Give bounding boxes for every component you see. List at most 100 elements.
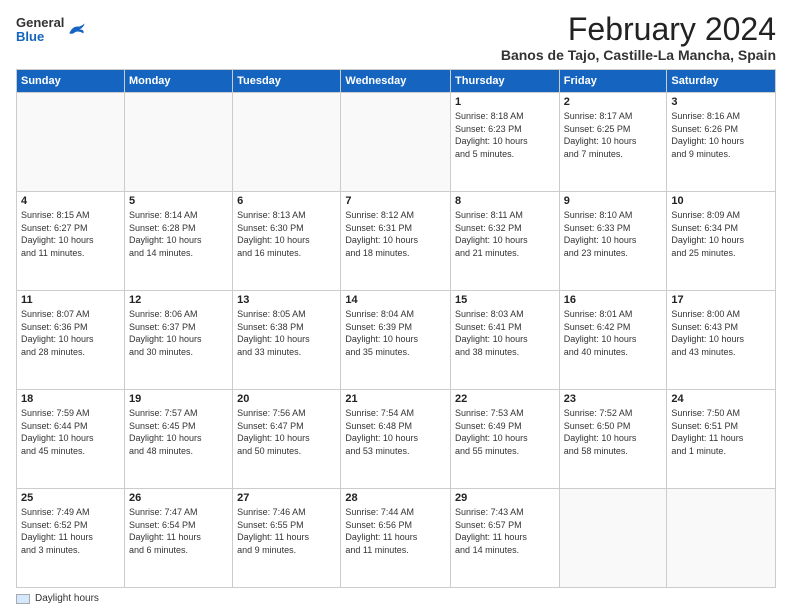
day-info: Sunrise: 7:59 AMSunset: 6:44 PMDaylight:… [21, 407, 120, 457]
day-number: 17 [671, 294, 771, 306]
table-row [17, 93, 125, 192]
bird-icon [66, 20, 86, 40]
day-number: 4 [21, 195, 120, 207]
table-row: 5Sunrise: 8:14 AMSunset: 6:28 PMDaylight… [124, 192, 232, 291]
table-row: 15 Sunrise: 8:03 AMSunset: 6:41 PMDayligh… [451, 291, 560, 390]
table-row: 24 Sunrise: 7:50 AMSunset: 6:51 PMDayligh… [667, 390, 776, 489]
day-info: Sunrise: 8:10 AMSunset: 6:33 PMDaylight:… [564, 209, 663, 259]
calendar-week-row-4: 25 Sunrise: 7:49 AMSunset: 6:52 PMDayligh… [17, 489, 776, 588]
day-info: Sunrise: 8:01 AMSunset: 6:42 PMDaylight:… [564, 308, 663, 358]
day-info: Sunrise: 7:43 AMSunset: 6:57 PMDaylight:… [455, 506, 555, 556]
table-row: 20 Sunrise: 7:56 AMSunset: 6:47 PMDayligh… [233, 390, 341, 489]
day-number: 21 [345, 393, 446, 405]
table-row: 3Sunrise: 8:16 AMSunset: 6:26 PMDaylight… [667, 93, 776, 192]
legend-label: Daylight hours [35, 593, 99, 604]
day-number: 11 [21, 294, 120, 306]
header: General Blue February 2024 Banos de Tajo… [16, 12, 776, 63]
main-title: February 2024 [501, 12, 776, 47]
day-info: Sunrise: 7:57 AMSunset: 6:45 PMDaylight:… [129, 407, 228, 457]
calendar-week-row-3: 18 Sunrise: 7:59 AMSunset: 6:44 PMDayligh… [17, 390, 776, 489]
col-tuesday: Tuesday [233, 70, 341, 93]
day-number: 20 [237, 393, 336, 405]
day-number: 26 [129, 492, 228, 504]
day-info: Sunrise: 7:44 AMSunset: 6:56 PMDaylight:… [345, 506, 446, 556]
table-row: 17Sunrise: 8:00 AMSunset: 6:43 PMDayligh… [667, 291, 776, 390]
day-info: Sunrise: 7:56 AMSunset: 6:47 PMDaylight:… [237, 407, 336, 457]
logo: General Blue [16, 16, 86, 45]
day-info: Sunrise: 7:47 AMSunset: 6:54 PMDaylight:… [129, 506, 228, 556]
day-number: 28 [345, 492, 446, 504]
logo-text: General Blue [16, 16, 64, 45]
table-row: 10 Sunrise: 8:09 AMSunset: 6:34 PMDayligh… [667, 192, 776, 291]
page: General Blue February 2024 Banos de Tajo… [0, 0, 792, 612]
day-number: 29 [455, 492, 555, 504]
day-info: Sunrise: 8:17 AMSunset: 6:25 PMDaylight:… [564, 110, 663, 160]
table-row [341, 93, 451, 192]
day-number: 24 [671, 393, 771, 405]
day-info: Sunrise: 8:04 AMSunset: 6:39 PMDaylight:… [345, 308, 446, 358]
day-info: Sunrise: 8:11 AMSunset: 6:32 PMDaylight:… [455, 209, 555, 259]
table-row: 25 Sunrise: 7:49 AMSunset: 6:52 PMDayligh… [17, 489, 125, 588]
col-saturday: Saturday [667, 70, 776, 93]
day-info: Sunrise: 8:15 AMSunset: 6:27 PMDaylight:… [21, 209, 120, 259]
table-row: 7 Sunrise: 8:12 AMSunset: 6:31 PMDaylight… [341, 192, 451, 291]
day-info: Sunrise: 8:12 AMSunset: 6:31 PMDaylight:… [345, 209, 446, 259]
subtitle: Banos de Tajo, Castille-La Mancha, Spain [501, 47, 776, 63]
table-row: 14Sunrise: 8:04 AMSunset: 6:39 PMDayligh… [341, 291, 451, 390]
day-info: Sunrise: 7:49 AMSunset: 6:52 PMDaylight:… [21, 506, 120, 556]
logo-blue: Blue [16, 30, 64, 44]
table-row: 6 Sunrise: 8:13 AMSunset: 6:30 PMDaylight… [233, 192, 341, 291]
day-info: Sunrise: 7:52 AMSunset: 6:50 PMDaylight:… [564, 407, 663, 457]
day-number: 10 [671, 195, 771, 207]
legend-box [16, 594, 30, 604]
col-thursday: Thursday [451, 70, 560, 93]
day-info: Sunrise: 8:06 AMSunset: 6:37 PMDaylight:… [129, 308, 228, 358]
day-info: Sunrise: 7:50 AMSunset: 6:51 PMDaylight:… [671, 407, 771, 457]
day-number: 6 [237, 195, 336, 207]
day-info: Sunrise: 8:03 AMSunset: 6:41 PMDaylight:… [455, 308, 555, 358]
table-row: 19 Sunrise: 7:57 AMSunset: 6:45 PMDayligh… [124, 390, 232, 489]
day-number: 25 [21, 492, 120, 504]
day-number: 12 [129, 294, 228, 306]
col-friday: Friday [559, 70, 667, 93]
day-info: Sunrise: 8:14 AMSunset: 6:28 PMDaylight:… [129, 209, 228, 259]
day-number: 9 [564, 195, 663, 207]
day-info: Sunrise: 8:09 AMSunset: 6:34 PMDaylight:… [671, 209, 771, 259]
day-number: 27 [237, 492, 336, 504]
table-row: 13Sunrise: 8:05 AMSunset: 6:38 PMDayligh… [233, 291, 341, 390]
calendar-week-row-1: 4 Sunrise: 8:15 AMSunset: 6:27 PMDaylight… [17, 192, 776, 291]
calendar-header-row: Sunday Monday Tuesday Wednesday Thursday… [17, 70, 776, 93]
day-number: 22 [455, 393, 555, 405]
day-number: 18 [21, 393, 120, 405]
calendar-week-row-0: 1Sunrise: 8:18 AMSunset: 6:23 PMDaylight… [17, 93, 776, 192]
table-row: 28 Sunrise: 7:44 AMSunset: 6:56 PMDayligh… [341, 489, 451, 588]
day-info: Sunrise: 8:13 AMSunset: 6:30 PMDaylight:… [237, 209, 336, 259]
day-info: Sunrise: 8:05 AMSunset: 6:38 PMDaylight:… [237, 308, 336, 358]
day-info: Sunrise: 7:46 AMSunset: 6:55 PMDaylight:… [237, 506, 336, 556]
day-number: 2 [564, 96, 663, 108]
table-row: 21 Sunrise: 7:54 AMSunset: 6:48 PMDayligh… [341, 390, 451, 489]
table-row: 12 Sunrise: 8:06 AMSunset: 6:37 PMDayligh… [124, 291, 232, 390]
table-row [233, 93, 341, 192]
day-number: 15 [455, 294, 555, 306]
col-monday: Monday [124, 70, 232, 93]
calendar-table: Sunday Monday Tuesday Wednesday Thursday… [16, 69, 776, 588]
day-number: 19 [129, 393, 228, 405]
table-row: 2 Sunrise: 8:17 AMSunset: 6:25 PMDaylight… [559, 93, 667, 192]
table-row [559, 489, 667, 588]
table-row: 27 Sunrise: 7:46 AMSunset: 6:55 PMDayligh… [233, 489, 341, 588]
table-row: 18 Sunrise: 7:59 AMSunset: 6:44 PMDayligh… [17, 390, 125, 489]
day-number: 8 [455, 195, 555, 207]
table-row [124, 93, 232, 192]
day-info: Sunrise: 7:54 AMSunset: 6:48 PMDaylight:… [345, 407, 446, 457]
table-row: 23Sunrise: 7:52 AMSunset: 6:50 PMDayligh… [559, 390, 667, 489]
day-number: 7 [345, 195, 446, 207]
table-row: 26 Sunrise: 7:47 AMSunset: 6:54 PMDayligh… [124, 489, 232, 588]
day-number: 16 [564, 294, 663, 306]
table-row: 29 Sunrise: 7:43 AMSunset: 6:57 PMDayligh… [451, 489, 560, 588]
table-row: 1Sunrise: 8:18 AMSunset: 6:23 PMDaylight… [451, 93, 560, 192]
calendar-week-row-2: 11Sunrise: 8:07 AMSunset: 6:36 PMDayligh… [17, 291, 776, 390]
table-row: 16 Sunrise: 8:01 AMSunset: 6:42 PMDayligh… [559, 291, 667, 390]
col-sunday: Sunday [17, 70, 125, 93]
day-info: Sunrise: 8:18 AMSunset: 6:23 PMDaylight:… [455, 110, 555, 160]
